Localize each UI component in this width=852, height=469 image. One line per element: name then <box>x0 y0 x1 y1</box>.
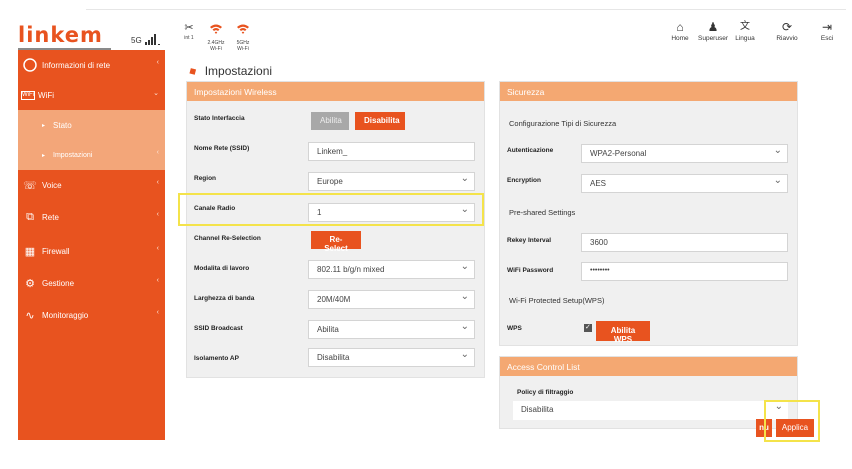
policy-label: Policy di filtraggio <box>517 389 574 396</box>
sidebar-item-voice[interactable]: ☏ Voice ‹ <box>18 170 165 200</box>
security-panel-header: Sicurezza <box>500 82 797 101</box>
wifi-24-icon: 2.4GHz Wi-Fi <box>203 22 229 52</box>
gear-icon: ⚙ <box>25 277 35 290</box>
auth-row: Autenticazione WPA2-Personal <box>500 140 797 170</box>
info-icon <box>21 57 39 73</box>
bandwidth-row: Larghezza di banda 20M/40M <box>187 288 484 318</box>
nav-lingua[interactable]: 文 Lingua <box>725 20 765 43</box>
psk-settings-title: Pre-shared Settings <box>509 208 576 217</box>
encryption-select[interactable]: AES <box>581 174 788 193</box>
disable-interface-button[interactable]: Disabilita <box>355 112 405 130</box>
acl-panel: Access Control List Policy di filtraggio… <box>499 356 798 429</box>
highlight-box <box>178 193 484 226</box>
sidebar-item-monitoraggio[interactable]: ∿ Monitoraggio ‹ <box>18 300 165 330</box>
network-icon: ⧉ <box>26 210 34 223</box>
monitor-icon: ∿ <box>25 309 35 322</box>
ssid-row: Nome Rete (SSID) Linkem_ <box>187 138 484 168</box>
work-mode-row: Modalita di lavoro 802.11 b/g/n mixed <box>187 258 484 288</box>
enable-wps-button[interactable]: Abilita WPS <box>596 321 650 344</box>
network-type-label: 5G <box>131 36 142 45</box>
sidebar-item-rete[interactable]: ⧉ Rete ‹ <box>18 202 165 232</box>
signal-bars-icon: ✂ int 1 <box>184 22 194 41</box>
auth-select[interactable]: WPA2-Personal <box>581 144 788 163</box>
leaf-icon: ◆ <box>186 64 199 78</box>
phone-icon: ☏ <box>23 179 37 192</box>
security-config-title: Configurazione Tipi di Sicurezza <box>509 119 617 128</box>
ssid-broadcast-select[interactable]: Abilita <box>308 320 475 339</box>
chevron-left-icon: ‹ <box>156 245 159 252</box>
ssid-input[interactable]: Linkem_ <box>308 142 475 161</box>
status-icons: ✂ int 1 2.4GHz Wi-Fi 5GHz Wi-Fi <box>176 22 266 54</box>
top-nav: ⌂ Home ♟ Superuser 文 Lingua ⟳ Riavvio ⇥ … <box>652 20 852 54</box>
chevron-down-icon: ⌄ <box>153 90 159 97</box>
wifi-password-row: WiFi Password •••••••• <box>500 260 797 290</box>
wps-checkbox[interactable] <box>584 323 592 332</box>
wifi-icon: WiFi <box>21 90 35 100</box>
header: linkem 5G ✂ int 1 2.4GHz Wi-Fi 5GHz Wi-Fi ⌂… <box>0 10 852 52</box>
linkem-logo: linkem <box>18 23 103 47</box>
work-mode-select[interactable]: 802.11 b/g/n mixed <box>308 260 475 279</box>
firewall-icon: ▦ <box>24 245 36 258</box>
sidebar-item-informazioni[interactable]: Informazioni di rete ‹ <box>18 50 165 80</box>
restart-icon: ⟳ <box>781 20 793 34</box>
sidebar-item-impostazioni[interactable]: ▸ Impostazioni ‹ <box>18 140 165 170</box>
bandwidth-select[interactable]: 20M/40M <box>308 290 475 309</box>
wifi-5-icon: 5GHz Wi-Fi <box>230 22 256 52</box>
logout-icon: ⇥ <box>821 20 833 34</box>
wps-row: WPS Abilita WPS <box>500 318 797 348</box>
wps-title: Wi-Fi Protected Setup(WPS) <box>509 296 605 305</box>
page-title: ◆ Impostazioni <box>186 64 273 78</box>
security-panel: Sicurezza Configurazione Tipi di Sicurez… <box>499 81 798 346</box>
nav-esci[interactable]: ⇥ Esci <box>807 20 847 43</box>
enable-interface-button[interactable]: Abilita <box>311 112 349 130</box>
rekey-row: Rekey Interval 3600 <box>500 230 797 260</box>
chevron-left-icon: ‹ <box>156 59 159 66</box>
signal-strength-icon <box>145 34 161 45</box>
ap-isolation-row: Isolamento AP Disabilita <box>187 348 484 378</box>
chevron-left-icon: ‹ <box>156 211 159 218</box>
wifi-password-input[interactable]: •••••••• <box>581 262 788 281</box>
apply-highlight-box <box>764 400 820 442</box>
interface-status-row: Stato Interfaccia Abilita Disabilita <box>187 108 484 138</box>
chevron-left-icon: ‹ <box>156 277 159 284</box>
ssid-broadcast-row: SSID Broadcast Abilita <box>187 318 484 348</box>
sidebar: Informazioni di rete ‹ WiFi WiFi ⌄ ▸ Sta… <box>18 50 165 440</box>
wireless-panel-header: Impostazioni Wireless <box>187 82 484 101</box>
chevron-left-icon: ‹ <box>156 149 159 156</box>
region-select[interactable]: Europe <box>308 172 475 191</box>
rekey-input[interactable]: 3600 <box>581 233 788 252</box>
arrow-right-icon: ▸ <box>42 122 46 129</box>
encryption-row: Encryption AES <box>500 170 797 200</box>
policy-select[interactable]: Disabilita <box>513 401 788 420</box>
arrow-right-icon: ▸ <box>42 152 46 159</box>
nav-riavvio[interactable]: ⟳ Riavvio <box>767 20 807 43</box>
sidebar-item-stato[interactable]: ▸ Stato <box>18 110 165 140</box>
reselect-button[interactable]: Re-Select <box>311 231 361 253</box>
channel-reselect-row: Channel Re-Selection Re-Select <box>187 228 484 258</box>
chevron-left-icon: ‹ <box>156 179 159 186</box>
sidebar-item-wifi[interactable]: WiFi WiFi ⌄ <box>18 80 165 110</box>
acl-panel-header: Access Control List <box>500 357 797 376</box>
language-icon: 文 <box>740 21 750 32</box>
chevron-left-icon: ‹ <box>156 309 159 316</box>
ap-isolation-select[interactable]: Disabilita <box>308 348 475 367</box>
wireless-settings-panel: Impostazioni Wireless Stato Interfaccia … <box>186 81 485 378</box>
sidebar-item-firewall[interactable]: ▦ Firewall ‹ <box>18 236 165 266</box>
sidebar-item-gestione[interactable]: ⚙ Gestione ‹ <box>18 268 165 298</box>
